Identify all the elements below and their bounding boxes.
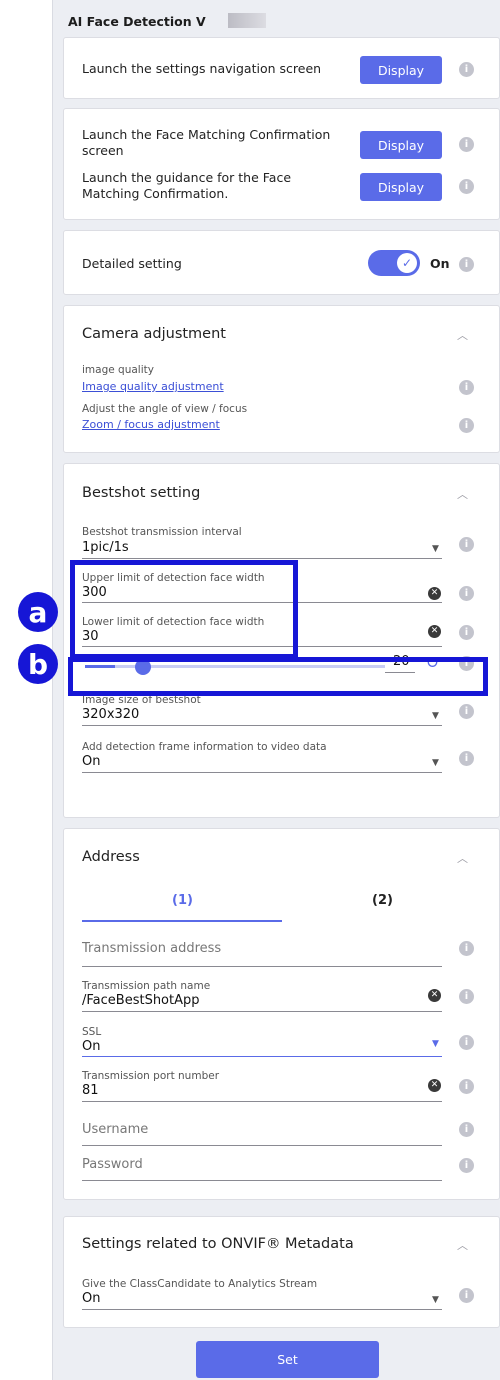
dropdown-arrow-icon[interactable]: ▼ — [432, 1295, 439, 1305]
username-underline — [82, 1145, 442, 1146]
info-icon[interactable]: i — [459, 941, 474, 956]
path-label: Transmission path name — [82, 980, 211, 992]
address-tab-indicator — [82, 920, 282, 922]
address-tab-1[interactable]: (1) — [172, 893, 193, 908]
info-icon[interactable]: i — [459, 537, 474, 552]
password-input[interactable]: Password — [82, 1157, 143, 1172]
port-underline — [82, 1101, 442, 1102]
detection-frame-underline — [82, 772, 442, 773]
clear-icon[interactable]: ✕ — [428, 989, 441, 1002]
interval-label: Bestshot transmission interval — [82, 526, 242, 538]
interval-underline — [82, 558, 442, 559]
ssl-select[interactable]: On — [82, 1039, 100, 1054]
transmission-address-input[interactable]: Transmission address — [82, 941, 221, 956]
dropdown-arrow-icon[interactable]: ▼ — [432, 544, 439, 554]
info-icon[interactable]: i — [459, 704, 474, 719]
chevron-up-icon[interactable]: ︿ — [457, 850, 468, 866]
info-icon[interactable]: i — [459, 625, 474, 640]
face-matching-card — [63, 108, 500, 220]
ssl-underline — [82, 1056, 442, 1057]
bestshot-title: Bestshot setting — [82, 485, 201, 501]
set-button[interactable]: Set — [196, 1341, 379, 1378]
address-tab-2[interactable]: (2) — [372, 893, 393, 908]
image-quality-label: image quality — [82, 364, 154, 376]
info-icon[interactable]: i — [459, 1288, 474, 1303]
settings-nav-label: Launch the settings navigation screen — [82, 61, 322, 76]
clear-icon[interactable]: ✕ — [428, 625, 441, 638]
check-icon: ✓ — [397, 253, 417, 273]
password-underline — [82, 1180, 442, 1181]
detailed-setting-state: On — [430, 256, 450, 271]
clear-icon[interactable]: ✕ — [428, 587, 441, 600]
info-icon[interactable]: i — [459, 989, 474, 1004]
interval-select[interactable]: 1pic/1s — [82, 540, 129, 555]
dropdown-arrow-icon[interactable]: ▼ — [432, 1039, 439, 1049]
dropdown-arrow-icon[interactable]: ▼ — [432, 711, 439, 721]
chevron-up-icon[interactable]: ︿ — [457, 327, 468, 343]
info-icon[interactable]: i — [459, 179, 474, 194]
image-size-select[interactable]: 320x320 — [82, 707, 139, 722]
address-title: Address — [82, 849, 140, 865]
port-input[interactable]: 81 — [82, 1083, 99, 1098]
face-matching-display-button[interactable]: Display — [360, 131, 442, 159]
username-input[interactable]: Username — [82, 1122, 148, 1137]
path-input[interactable]: /FaceBestShotApp — [82, 993, 200, 1008]
class-candidate-underline — [82, 1309, 442, 1310]
chevron-up-icon[interactable]: ︿ — [457, 1237, 468, 1253]
settings-nav-display-button[interactable]: Display — [360, 56, 442, 84]
angle-focus-label: Adjust the angle of view / focus — [82, 403, 248, 415]
info-icon[interactable]: i — [459, 418, 474, 433]
detection-frame-select[interactable]: On — [82, 754, 100, 769]
info-icon[interactable]: i — [459, 586, 474, 601]
camera-adjustment-title: Camera adjustment — [82, 326, 226, 342]
onvif-card — [63, 1216, 500, 1328]
onvif-title: Settings related to ONVIF® Metadata — [82, 1236, 354, 1252]
highlight-box-a — [70, 560, 298, 659]
annotation-badge-a: a — [18, 592, 58, 632]
info-icon[interactable]: i — [459, 257, 474, 272]
info-icon[interactable]: i — [459, 751, 474, 766]
title-redaction — [228, 13, 266, 28]
dropdown-arrow-icon[interactable]: ▼ — [432, 758, 439, 768]
info-icon[interactable]: i — [459, 62, 474, 77]
guidance-label: Launch the guidance for the Face Matchin… — [82, 170, 292, 201]
clear-icon[interactable]: ✕ — [428, 1079, 441, 1092]
class-candidate-select[interactable]: On — [82, 1291, 100, 1306]
info-icon[interactable]: i — [459, 1158, 474, 1173]
detailed-setting-toggle[interactable]: ✓ — [368, 250, 420, 276]
info-icon[interactable]: i — [459, 1122, 474, 1137]
info-icon[interactable]: i — [459, 1079, 474, 1094]
app-title: AI Face Detection V — [68, 14, 206, 29]
class-candidate-label: Give the ClassCandidate to Analytics Str… — [82, 1278, 318, 1290]
image-quality-link[interactable]: Image quality adjustment — [82, 380, 224, 393]
guidance-display-button[interactable]: Display — [360, 173, 442, 201]
chevron-up-icon[interactable]: ︿ — [457, 486, 468, 502]
annotation-badge-b: b — [18, 644, 58, 684]
highlight-box-b — [68, 657, 488, 696]
port-label: Transmission port number — [82, 1070, 220, 1082]
face-matching-label: Launch the Face Matching Confirmation sc… — [82, 127, 331, 158]
transmission-address-underline — [82, 966, 442, 967]
detection-frame-label: Add detection frame information to video… — [82, 741, 327, 753]
image-size-underline — [82, 725, 442, 726]
path-underline — [82, 1011, 442, 1012]
ssl-label: SSL — [82, 1026, 102, 1038]
info-icon[interactable]: i — [459, 1035, 474, 1050]
detailed-setting-label: Detailed setting — [82, 256, 182, 271]
info-icon[interactable]: i — [459, 380, 474, 395]
zoom-focus-link[interactable]: Zoom / focus adjustment — [82, 418, 220, 431]
info-icon[interactable]: i — [459, 137, 474, 152]
